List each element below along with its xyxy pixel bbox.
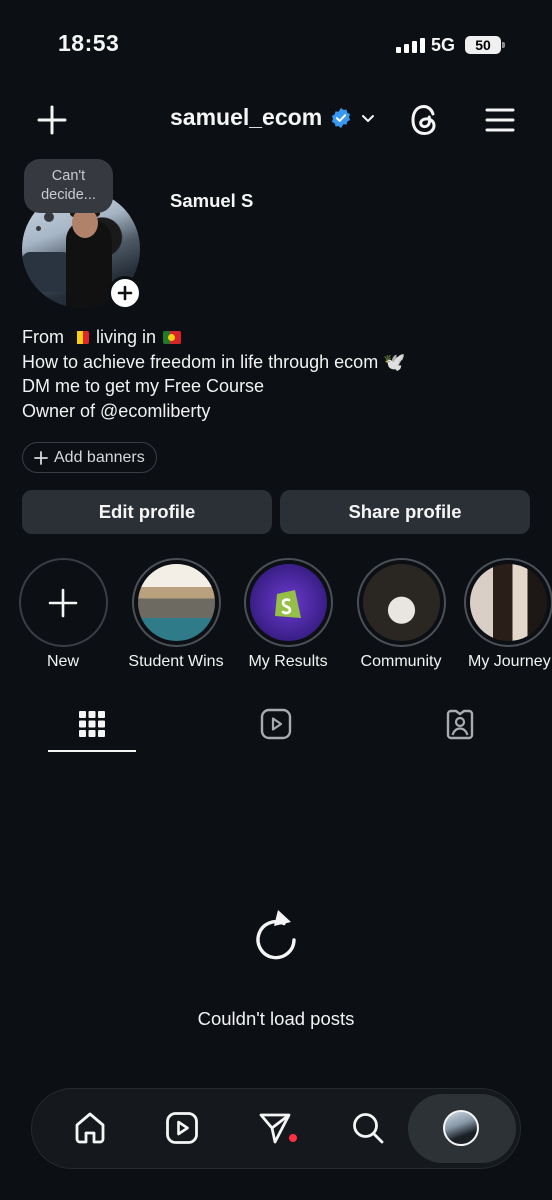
signal-icon <box>396 38 425 53</box>
reels-icon <box>166 1112 198 1144</box>
highlight-cover <box>137 564 215 641</box>
shopify-icon <box>275 589 301 618</box>
reels-icon <box>260 708 292 740</box>
highlight-student-wins[interactable]: Student Wins <box>126 558 226 671</box>
nav-messages[interactable] <box>255 1108 295 1148</box>
bio-text: living in <box>96 327 157 347</box>
highlight-label: Community <box>360 653 442 670</box>
note-bubble-dot <box>44 212 54 222</box>
load-error-message: Couldn't load posts <box>197 1008 355 1029</box>
add-banners-label: Add banners <box>54 448 145 466</box>
highlight-ring <box>131 558 221 647</box>
portugal-flag-icon <box>163 331 182 344</box>
highlight-label: My Journey <box>468 653 551 670</box>
tab-reels[interactable] <box>260 708 292 740</box>
menu-button[interactable] <box>484 106 516 134</box>
belgium-flag-icon <box>71 331 90 344</box>
highlight-label: My Results <box>248 653 328 670</box>
bio-text: From <box>22 327 64 347</box>
display-name: Samuel S <box>170 190 254 211</box>
highlight-ring <box>18 558 108 647</box>
plus-icon <box>34 450 48 465</box>
nav-reels[interactable] <box>162 1108 202 1148</box>
highlight-cover <box>470 564 547 641</box>
edit-profile-button[interactable]: Edit profile <box>22 490 272 534</box>
threads-icon <box>411 104 436 136</box>
reload-button[interactable] <box>252 908 300 962</box>
notification-dot <box>289 1134 297 1142</box>
tab-tagged[interactable] <box>444 708 476 740</box>
bio-text: How to achieve freedom in life through e… <box>22 351 406 372</box>
search-icon <box>353 1113 384 1144</box>
highlight-my-journey[interactable]: My Journey <box>464 558 552 671</box>
note-bubble[interactable]: Can't decide... <box>24 159 113 213</box>
highlight-cover <box>362 564 440 641</box>
note-bubble-dot <box>36 226 41 231</box>
battery-tip <box>502 42 505 48</box>
highlight-community[interactable]: Community <box>351 558 451 671</box>
battery-icon: 50 <box>465 36 501 54</box>
highlight-cover <box>249 564 327 641</box>
network-label: 5G <box>431 35 456 55</box>
verified-badge-icon <box>332 107 351 128</box>
grid-icon <box>79 711 105 737</box>
highlight-ring <box>243 558 333 647</box>
highlight-my-results[interactable]: My Results <box>238 558 338 671</box>
send-icon <box>259 1113 291 1144</box>
highlight-label: Student Wins <box>128 653 224 670</box>
share-profile-button[interactable]: Share profile <box>280 490 530 534</box>
account-switcher[interactable]: samuel_ecom <box>170 104 376 131</box>
username: samuel_ecom <box>170 104 323 130</box>
highlight-label: New <box>46 653 79 670</box>
highlight-new[interactable]: New <box>13 558 113 671</box>
status-time: 18:53 <box>58 30 120 56</box>
home-icon <box>75 1112 105 1144</box>
active-tab-indicator <box>48 750 136 752</box>
highlight-ring <box>464 558 552 647</box>
nav-home[interactable] <box>70 1108 110 1148</box>
add-story-button[interactable] <box>108 276 142 310</box>
highlight-ring <box>356 558 446 647</box>
chevron-down-icon <box>362 114 375 122</box>
threads-button[interactable] <box>408 102 442 138</box>
nav-search[interactable] <box>348 1108 388 1148</box>
plus-icon <box>117 285 133 301</box>
menu-icon <box>485 108 515 132</box>
bio-mention[interactable]: Owner of @ecomliberty <box>22 399 406 424</box>
reload-icon <box>256 910 296 960</box>
add-banners-button[interactable]: Add banners <box>22 442 157 473</box>
bio-text: DM me to get my Free Course <box>22 376 265 396</box>
plus-icon <box>48 588 78 617</box>
plus-icon <box>37 105 67 135</box>
bio: From living in How to achieve freedom in… <box>22 325 406 423</box>
tagged-icon <box>446 709 474 740</box>
tab-posts[interactable] <box>78 710 106 738</box>
profile-avatar-icon[interactable] <box>443 1110 479 1146</box>
create-button[interactable] <box>36 104 68 136</box>
